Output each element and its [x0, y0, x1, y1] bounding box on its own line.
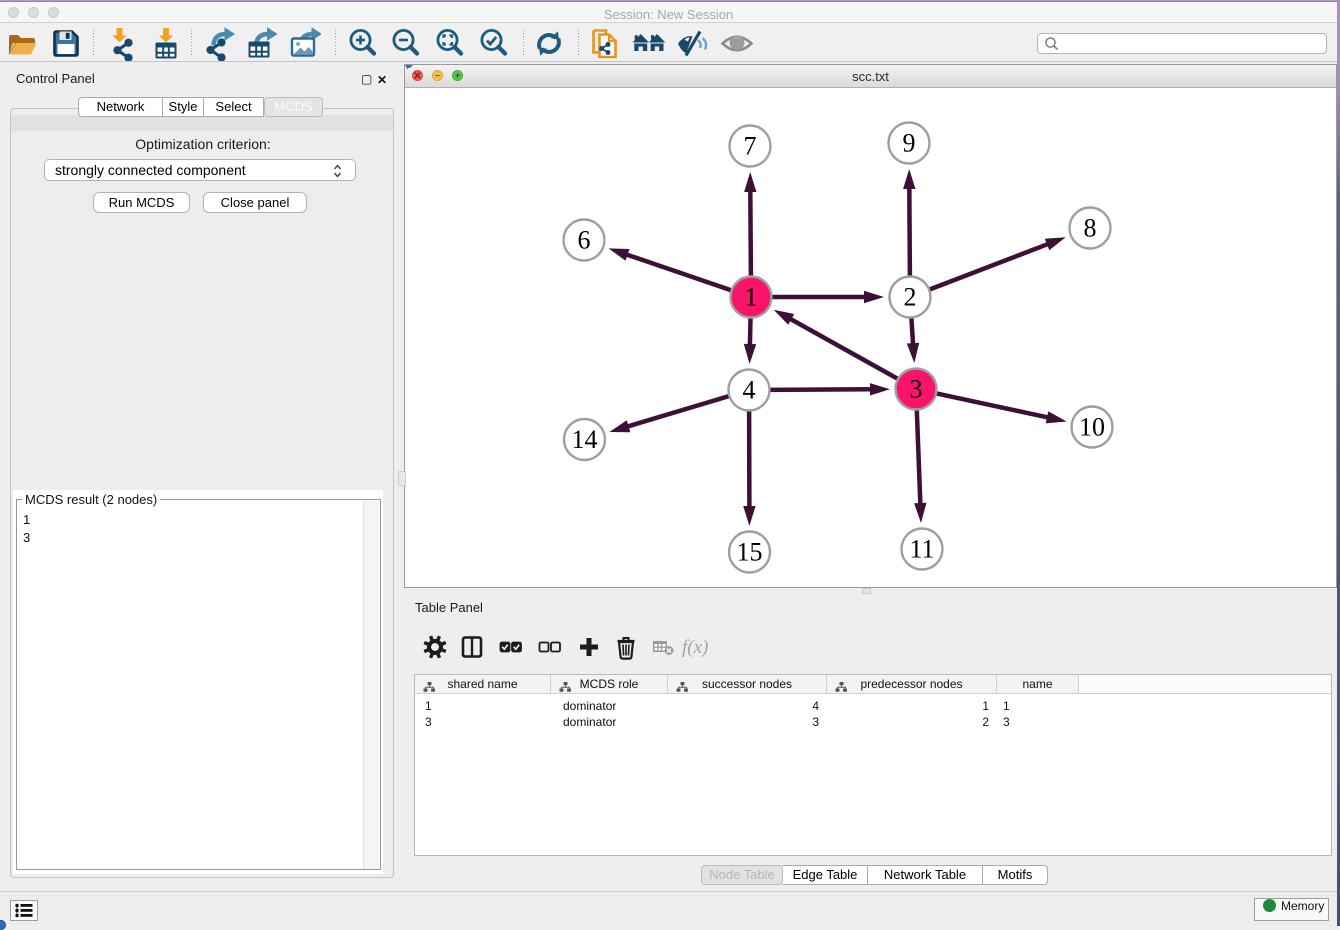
svg-text:7: 7	[744, 132, 757, 161]
svg-text:2: 2	[904, 283, 917, 312]
svg-text:6: 6	[578, 226, 591, 255]
svg-text:1: 1	[745, 283, 758, 312]
svg-text:8: 8	[1084, 214, 1097, 243]
svg-text:3: 3	[910, 375, 923, 404]
svg-text:4: 4	[743, 376, 756, 405]
svg-text:9: 9	[903, 129, 916, 158]
svg-text:15: 15	[737, 538, 763, 567]
svg-text:f(x): f(x)	[682, 637, 708, 658]
svg-text:14: 14	[572, 425, 598, 454]
svg-text:10: 10	[1079, 413, 1105, 442]
svg-text:11: 11	[909, 535, 934, 564]
